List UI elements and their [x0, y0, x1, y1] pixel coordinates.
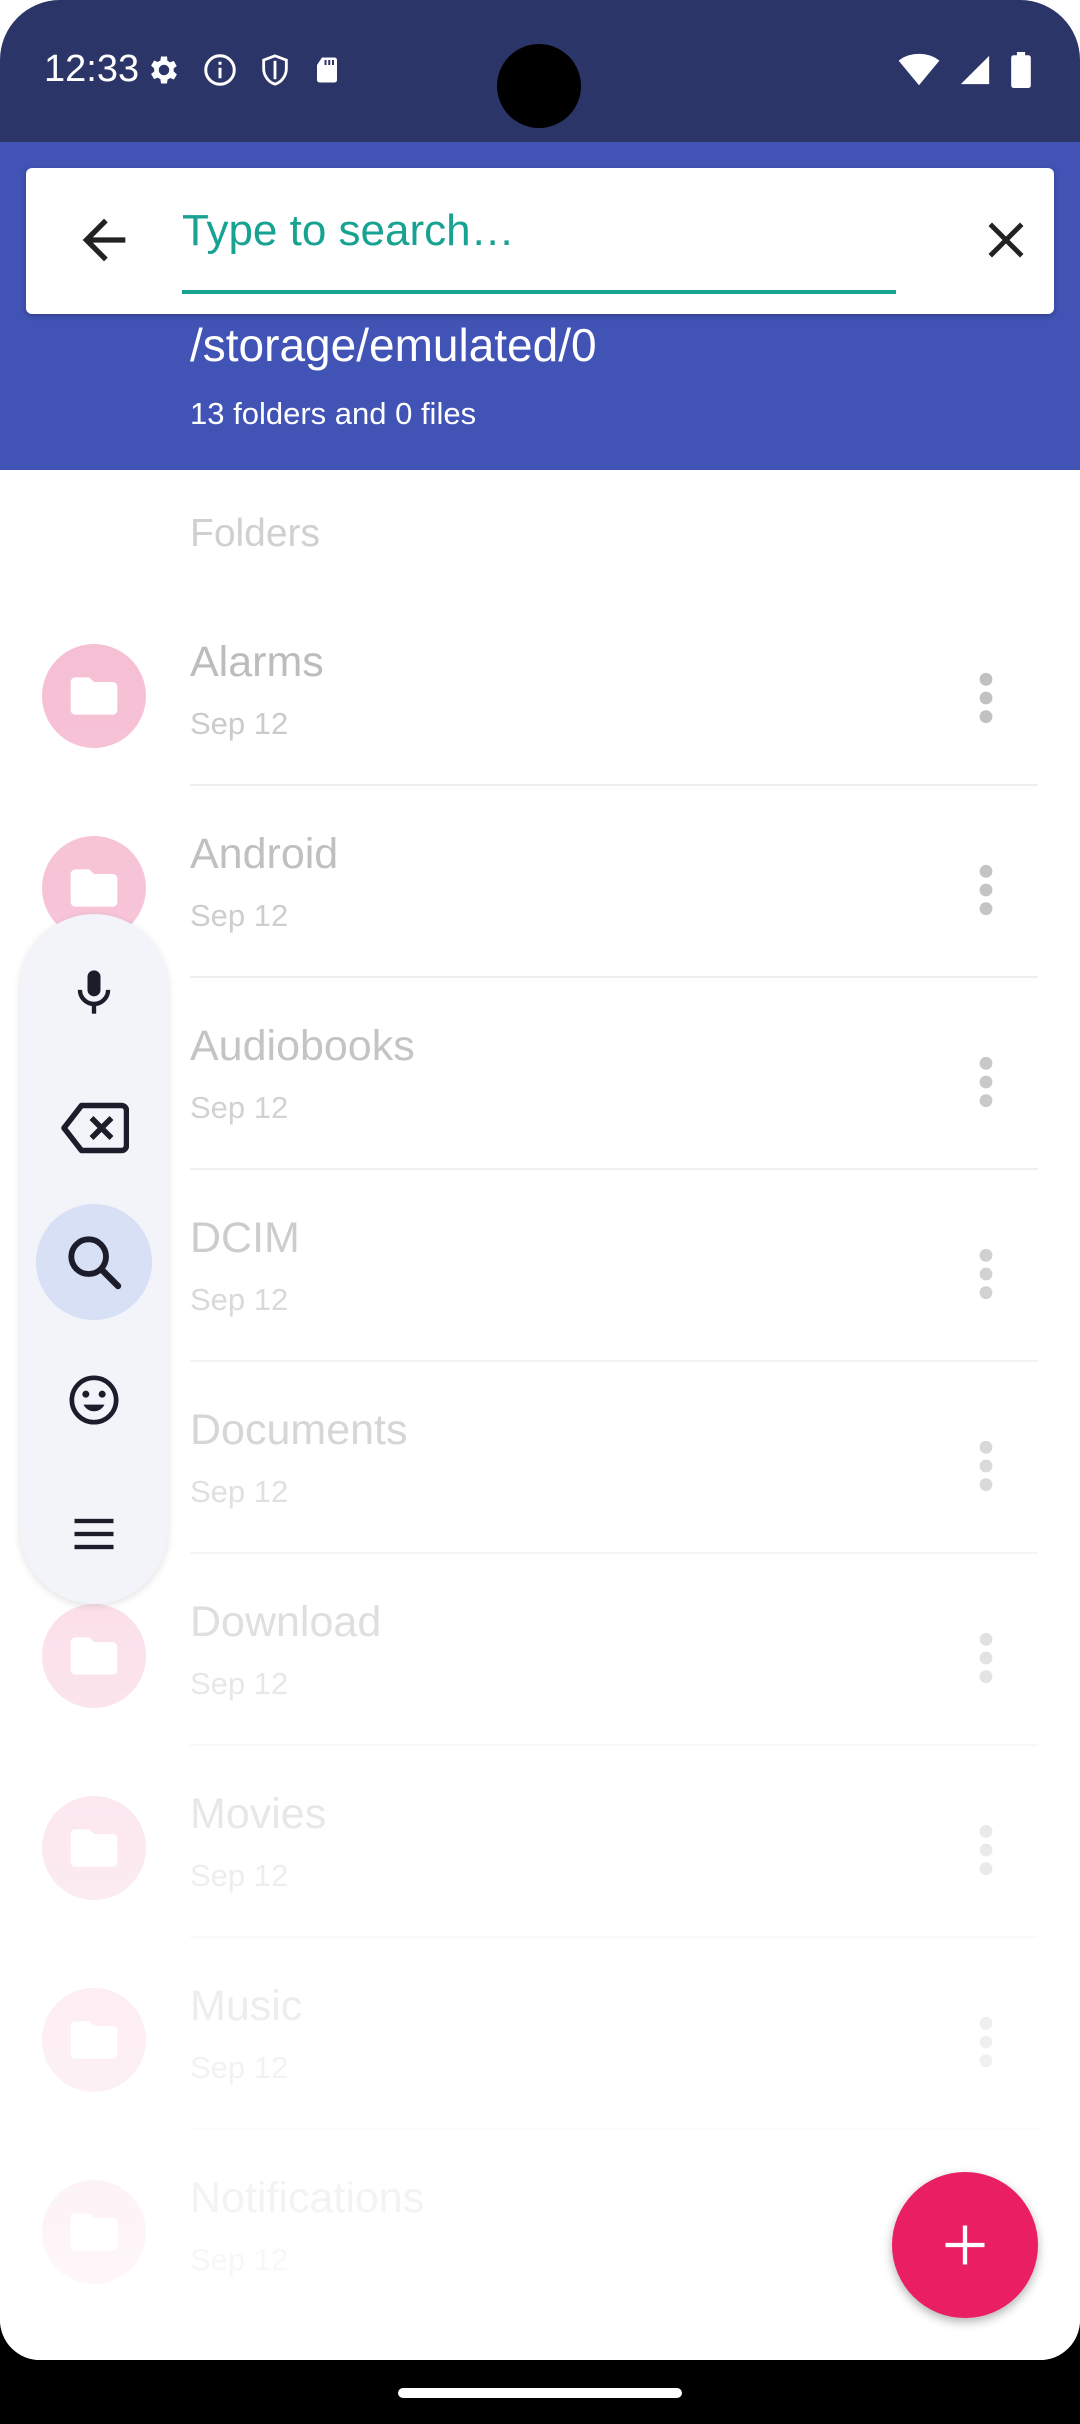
- folder-name: Movies: [190, 1790, 327, 1838]
- search-underline: [182, 290, 896, 294]
- signal-icon: [960, 55, 990, 85]
- sd-card-icon: [317, 57, 337, 83]
- menu-icon: [74, 1518, 114, 1550]
- more-vert-icon[interactable]: [966, 1818, 1006, 1882]
- more-vert-icon[interactable]: [966, 858, 1006, 922]
- battery-icon: [1011, 52, 1031, 88]
- more-vert-icon[interactable]: [966, 1050, 1006, 1114]
- front-camera: [497, 44, 581, 128]
- list-item[interactable]: Download Sep 12: [0, 1554, 1080, 1746]
- folder-date: Sep 12: [190, 1666, 289, 1701]
- more-vert-icon[interactable]: [966, 1626, 1006, 1690]
- backspace-icon: [61, 1102, 129, 1154]
- close-icon[interactable]: [976, 210, 1036, 270]
- list-item[interactable]: Movies Sep 12: [0, 1746, 1080, 1938]
- more-vert-icon[interactable]: [966, 1434, 1006, 1498]
- status-time: 12:33: [44, 48, 140, 90]
- folder-name: Music: [190, 1982, 303, 2030]
- search-input[interactable]: [182, 196, 896, 266]
- list-item[interactable]: Music Sep 12: [0, 1938, 1080, 2130]
- add-fab-button[interactable]: [892, 2172, 1038, 2318]
- folder-icon: [42, 2180, 146, 2284]
- status-icons-left: [146, 52, 342, 88]
- search-icon: [68, 1236, 122, 1290]
- keyboard-side-toolbar: [20, 914, 168, 1604]
- more-vert-icon[interactable]: [966, 2010, 1006, 2074]
- screen: 12:33 /storage/emulated/0 13 folders and…: [0, 0, 1080, 2360]
- folder-date: Sep 12: [190, 898, 289, 933]
- section-title: Folders: [190, 512, 321, 555]
- folder-name: Download: [190, 1598, 382, 1646]
- folder-icon: [42, 1796, 146, 1900]
- folder-file-count: 13 folders and 0 files: [190, 396, 477, 431]
- folder-date: Sep 12: [190, 2242, 289, 2277]
- back-arrow-icon[interactable]: [72, 208, 136, 272]
- current-path: /storage/emulated/0: [190, 319, 597, 371]
- info-icon: [204, 54, 236, 86]
- folder-date: Sep 12: [190, 1090, 289, 1125]
- folder-name: Alarms: [190, 638, 324, 686]
- status-bar: 12:33: [0, 0, 1080, 142]
- folder-icon: [42, 1604, 146, 1708]
- folder-date: Sep 12: [190, 1282, 289, 1317]
- gear-icon: [151, 56, 177, 84]
- emoji-icon: [69, 1375, 119, 1425]
- status-icons-right: [898, 52, 1032, 88]
- keyboard-menu-button[interactable]: [36, 1476, 152, 1592]
- search-tool-button[interactable]: [36, 1204, 152, 1320]
- list-item[interactable]: Alarms Sep 12: [0, 594, 1080, 786]
- more-vert-icon[interactable]: [966, 1242, 1006, 1306]
- voice-input-button[interactable]: [36, 934, 152, 1050]
- home-indicator[interactable]: [398, 2388, 682, 2398]
- folder-date: Sep 12: [190, 2050, 289, 2085]
- microphone-icon: [77, 970, 111, 1014]
- folder-name: Android: [190, 830, 339, 878]
- shield-icon: [262, 54, 288, 86]
- folder-name: Notifications: [190, 2174, 425, 2222]
- backspace-button[interactable]: [36, 1070, 152, 1186]
- folder-icon: [42, 1988, 146, 2092]
- folder-date: Sep 12: [190, 706, 289, 741]
- folder-name: Audiobooks: [190, 1022, 415, 1070]
- wifi-icon: [898, 53, 940, 86]
- list-item[interactable]: Android Sep 12: [0, 786, 1080, 978]
- folder-name: DCIM: [190, 1214, 300, 1262]
- folder-date: Sep 12: [190, 1858, 289, 1893]
- folder-icon: [42, 644, 146, 748]
- folder-name: Documents: [190, 1406, 408, 1454]
- folder-date: Sep 12: [190, 1474, 289, 1509]
- search-bar: [26, 168, 1054, 314]
- more-vert-icon[interactable]: [966, 666, 1006, 730]
- emoji-button[interactable]: [36, 1342, 152, 1458]
- plus-icon: [945, 2225, 985, 2265]
